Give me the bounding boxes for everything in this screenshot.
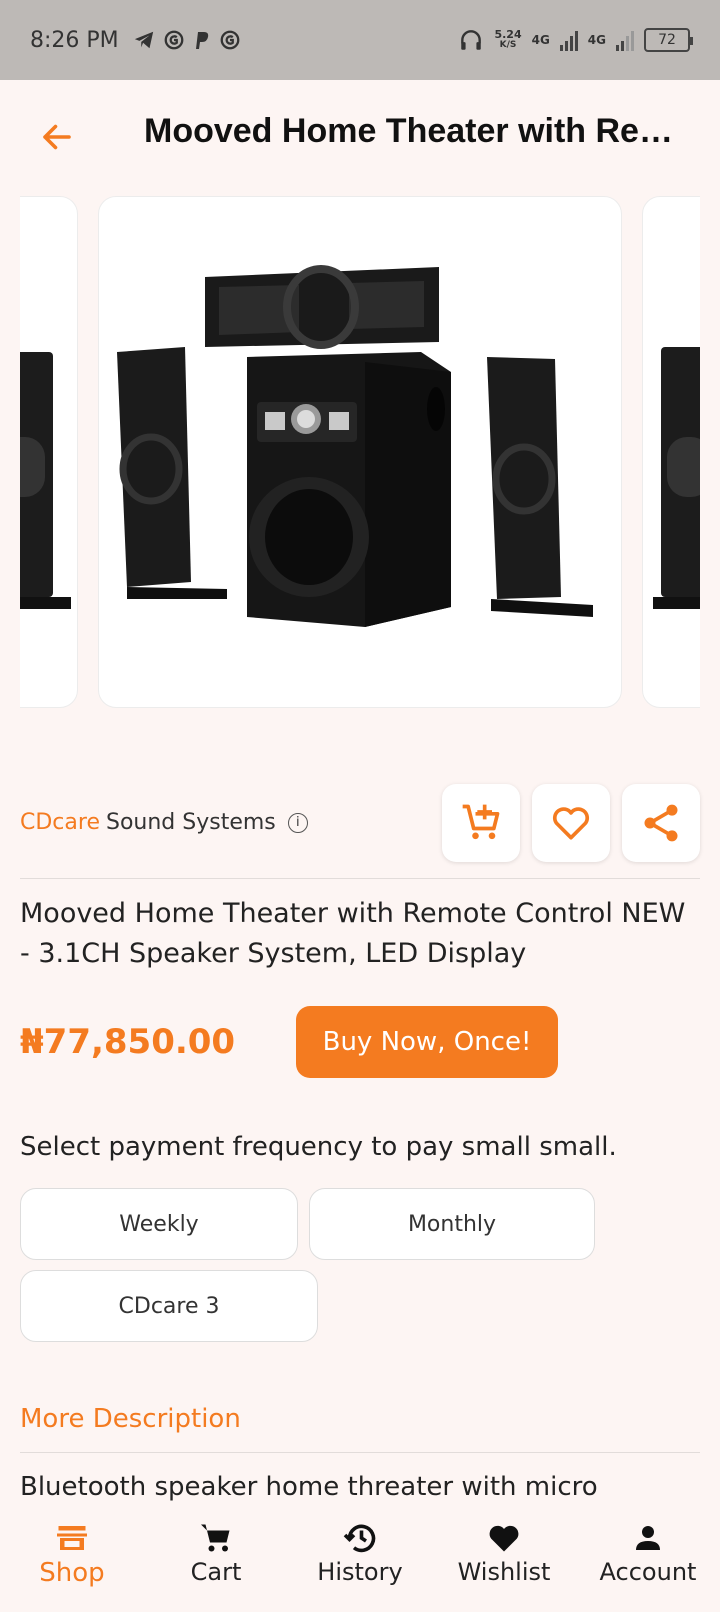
divider [20,878,700,879]
vendor-brand: CDcare [20,810,100,835]
divider [20,1452,700,1453]
add-to-cart-button[interactable] [442,784,520,862]
share-button[interactable] [622,784,700,862]
payment-option-weekly[interactable]: Weekly [20,1188,298,1260]
vendor-name: Sound Systems [105,810,276,835]
telegram-icon [134,31,153,49]
page-title: Mooved Home Theater with Remote Control … [144,112,684,150]
nav-account[interactable]: Account [578,1520,718,1586]
bottom-navigation: Shop Cart History Wishlist Account [0,1506,720,1612]
cart-icon [201,1524,230,1552]
carousel-image-next[interactable] [642,196,700,708]
app-notification-icon-2 [220,30,240,50]
system-status: 5.24 K/S 4G 4G 72 [458,0,693,80]
app-notification-icon [164,30,184,50]
network-speed: 5.24 K/S [494,29,521,51]
nav-history[interactable]: History [290,1520,430,1586]
nav-cart[interactable]: Cart [146,1520,286,1586]
signal-icon-2 [616,29,634,51]
status-time: 8:26 PM [30,27,119,53]
heart-outline-icon [552,807,590,840]
paypal-icon [195,32,208,49]
signal-icon [559,29,578,51]
product-actions [442,784,700,862]
nav-shop[interactable]: Shop [2,1520,142,1588]
product-description: Mooved Home Theater with Remote Control … [20,898,686,969]
speaker-system-image [117,265,593,627]
wishlist-button[interactable] [532,784,610,862]
vendor-info[interactable]: CDcare Sound Systems i [20,810,308,835]
status-bar: 8:26 PM 5.24 K/S 4G 4G 72 [0,0,720,80]
notification-icons [133,29,241,51]
product-image[interactable] [98,196,622,708]
carousel-image-previous[interactable] [20,196,78,708]
product-price: ₦77,850.00 [20,1022,236,1062]
nav-label: Cart [190,1558,242,1586]
nav-label: Shop [39,1558,105,1588]
app-bar: Mooved Home Theater with Remote Control … [0,80,720,192]
speed-value: 5.24 [494,28,522,41]
info-icon[interactable]: i [287,812,308,833]
nav-label: Wishlist [457,1558,551,1586]
product-image-carousel[interactable] [20,196,700,710]
nav-label: History [317,1558,403,1586]
headphones-icon [461,30,482,50]
payment-option-cdcare-3[interactable]: CDcare 3 [20,1270,318,1342]
payment-option-monthly[interactable]: Monthly [309,1188,595,1260]
arrow-left-icon [43,124,71,150]
more-description-heading[interactable]: More Description [20,1404,241,1434]
heart-icon [489,1525,519,1552]
battery-level: 72 [658,32,676,48]
network-label-1: 4G [531,33,550,47]
more-description-text: Bluetooth speaker home threater with mic… [20,1472,598,1502]
shop-icon [57,1526,87,1550]
back-button[interactable] [34,114,80,160]
add-to-cart-icon [462,804,500,840]
buy-now-button[interactable]: Buy Now, Once! [296,1006,558,1078]
speed-unit: K/S [499,40,517,50]
history-icon [343,1524,376,1553]
battery-icon: 72 [644,28,693,52]
nav-label: Account [599,1558,697,1586]
network-label-2: 4G [587,33,606,47]
person-icon [636,1526,660,1550]
payment-frequency-label: Select payment frequency to pay small sm… [20,1132,617,1162]
share-icon [644,804,678,842]
nav-wishlist[interactable]: Wishlist [434,1520,574,1586]
